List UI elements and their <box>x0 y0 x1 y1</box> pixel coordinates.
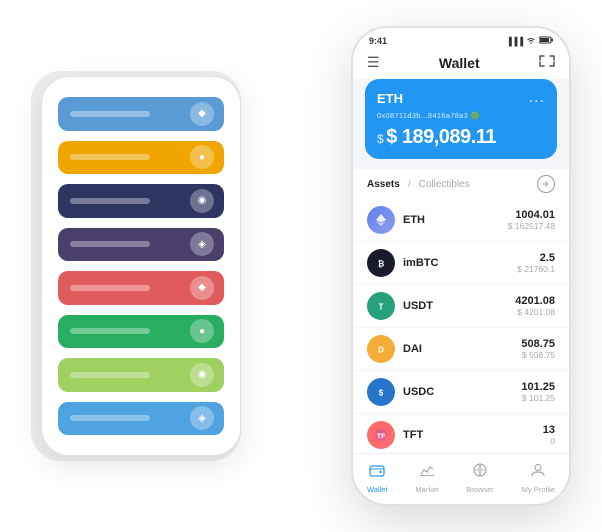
card-icon: ◈ <box>190 406 214 430</box>
nav-wallet[interactable]: Wallet <box>367 462 388 494</box>
list-item: ● <box>58 141 224 175</box>
wallet-title: Wallet <box>439 55 480 71</box>
dai-asset-icon: D <box>367 335 395 363</box>
list-item: ◉ <box>58 358 224 392</box>
asset-name-eth: ETH <box>403 214 508 226</box>
wallet-nav-icon <box>369 462 385 483</box>
list-item[interactable]: $ USDC 101.25 $ 101.25 <box>353 371 569 414</box>
asset-name-usdt: USDT <box>403 300 515 312</box>
tft-amount: 13 <box>543 424 555 436</box>
nav-profile[interactable]: My Profile <box>522 462 555 494</box>
list-item: ◈ <box>58 228 224 262</box>
browser-nav-label: Browser <box>466 485 494 494</box>
eth-card-balance: $$ 189,089.11 <box>377 126 545 149</box>
svg-text:TF: TF <box>377 434 386 441</box>
svg-text:T: T <box>379 303 384 312</box>
wallet-nav-label: Wallet <box>367 485 388 494</box>
profile-nav-label: My Profile <box>522 485 555 494</box>
eth-asset-icon <box>367 206 395 234</box>
phone-header: ☰ Wallet <box>353 50 569 79</box>
wifi-icon <box>526 36 536 46</box>
asset-list: ETH 1004.01 $ 162517.48 ₿ imBTC 2.5 $ 21… <box>353 199 569 453</box>
usdc-amount: 101.25 <box>521 381 555 393</box>
market-nav-label: Market <box>415 485 438 494</box>
card-icon: ◆ <box>190 102 214 126</box>
asset-name-tft: TFT <box>403 429 543 441</box>
tab-assets[interactable]: Assets <box>367 179 400 190</box>
svg-text:D: D <box>378 346 384 355</box>
tft-usd: 0 <box>543 436 555 446</box>
status-time: 9:41 <box>369 36 387 46</box>
signal-icon: ▐▐▐ <box>506 37 523 46</box>
card-icon: ● <box>190 319 214 343</box>
nav-market[interactable]: Market <box>415 462 438 494</box>
fg-phone: 9:41 ▐▐▐ ☰ Wallet <box>351 26 571 506</box>
card-icon: ◉ <box>190 189 214 213</box>
eth-amount: 1004.01 <box>508 209 555 221</box>
imbtc-asset-icon: ₿ <box>367 249 395 277</box>
menu-icon[interactable]: ☰ <box>367 54 380 71</box>
battery-icon <box>539 36 553 46</box>
browser-nav-icon <box>472 462 488 483</box>
list-item: ◆ <box>58 271 224 305</box>
bg-phone: ◆ ● ◉ ◈ ◆ ● ◉ ◈ <box>41 76 241 456</box>
profile-nav-icon <box>530 462 546 483</box>
tab-divider: / <box>408 179 411 190</box>
svg-text:$: $ <box>379 389 384 398</box>
usdc-usd: $ 101.25 <box>521 393 555 403</box>
card-icon: ◆ <box>190 276 214 300</box>
assets-tabs: Assets / Collectibles + <box>353 169 569 199</box>
list-item: ◈ <box>58 402 224 436</box>
asset-name-usdc: USDC <box>403 386 521 398</box>
scene: ◆ ● ◉ ◈ ◆ ● ◉ ◈ <box>21 16 581 516</box>
usdt-asset-icon: T <box>367 292 395 320</box>
svg-text:₿: ₿ <box>378 260 385 269</box>
bottom-nav: Wallet Market Browser My Profile <box>353 453 569 504</box>
list-item[interactable]: ETH 1004.01 $ 162517.48 <box>353 199 569 242</box>
asset-name-imbtc: imBTC <box>403 257 517 269</box>
eth-card-more-icon[interactable]: ... <box>529 89 545 107</box>
usdt-usd: $ 4201.08 <box>515 307 555 317</box>
dai-usd: $ 508.75 <box>521 350 555 360</box>
add-asset-button[interactable]: + <box>537 175 555 193</box>
tab-collectibles[interactable]: Collectibles <box>419 179 470 190</box>
imbtc-amount: 2.5 <box>517 252 555 264</box>
status-bar: 9:41 ▐▐▐ <box>353 28 569 50</box>
market-nav-icon <box>419 462 435 483</box>
tabs-left: Assets / Collectibles <box>367 179 470 190</box>
eth-card-header: ETH ... <box>377 89 545 107</box>
list-item[interactable]: T USDT 4201.08 $ 4201.08 <box>353 285 569 328</box>
list-item[interactable]: ₿ imBTC 2.5 $ 21760.1 <box>353 242 569 285</box>
usdc-asset-icon: $ <box>367 378 395 406</box>
card-icon: ● <box>190 145 214 169</box>
status-icons: ▐▐▐ <box>506 36 553 46</box>
list-item: ◉ <box>58 184 224 218</box>
usdt-amount: 4201.08 <box>515 295 555 307</box>
tft-asset-icon: TF <box>367 421 395 449</box>
eth-card-address: 0x08711d3b...8416a78a3 🟢 <box>377 111 545 120</box>
card-icon: ◉ <box>190 363 214 387</box>
imbtc-usd: $ 21760.1 <box>517 264 555 274</box>
card-icon: ◈ <box>190 232 214 256</box>
nav-browser[interactable]: Browser <box>466 462 494 494</box>
eth-card: ETH ... 0x08711d3b...8416a78a3 🟢 $$ 189,… <box>365 79 557 159</box>
list-item[interactable]: TF TFT 13 0 <box>353 414 569 453</box>
eth-usd: $ 162517.48 <box>508 221 555 231</box>
expand-icon[interactable] <box>539 55 555 70</box>
list-item[interactable]: D DAI 508.75 $ 508.75 <box>353 328 569 371</box>
list-item: ◆ <box>58 97 224 131</box>
list-item: ● <box>58 315 224 349</box>
dai-amount: 508.75 <box>521 338 555 350</box>
asset-name-dai: DAI <box>403 343 521 355</box>
eth-card-name: ETH <box>377 91 403 106</box>
